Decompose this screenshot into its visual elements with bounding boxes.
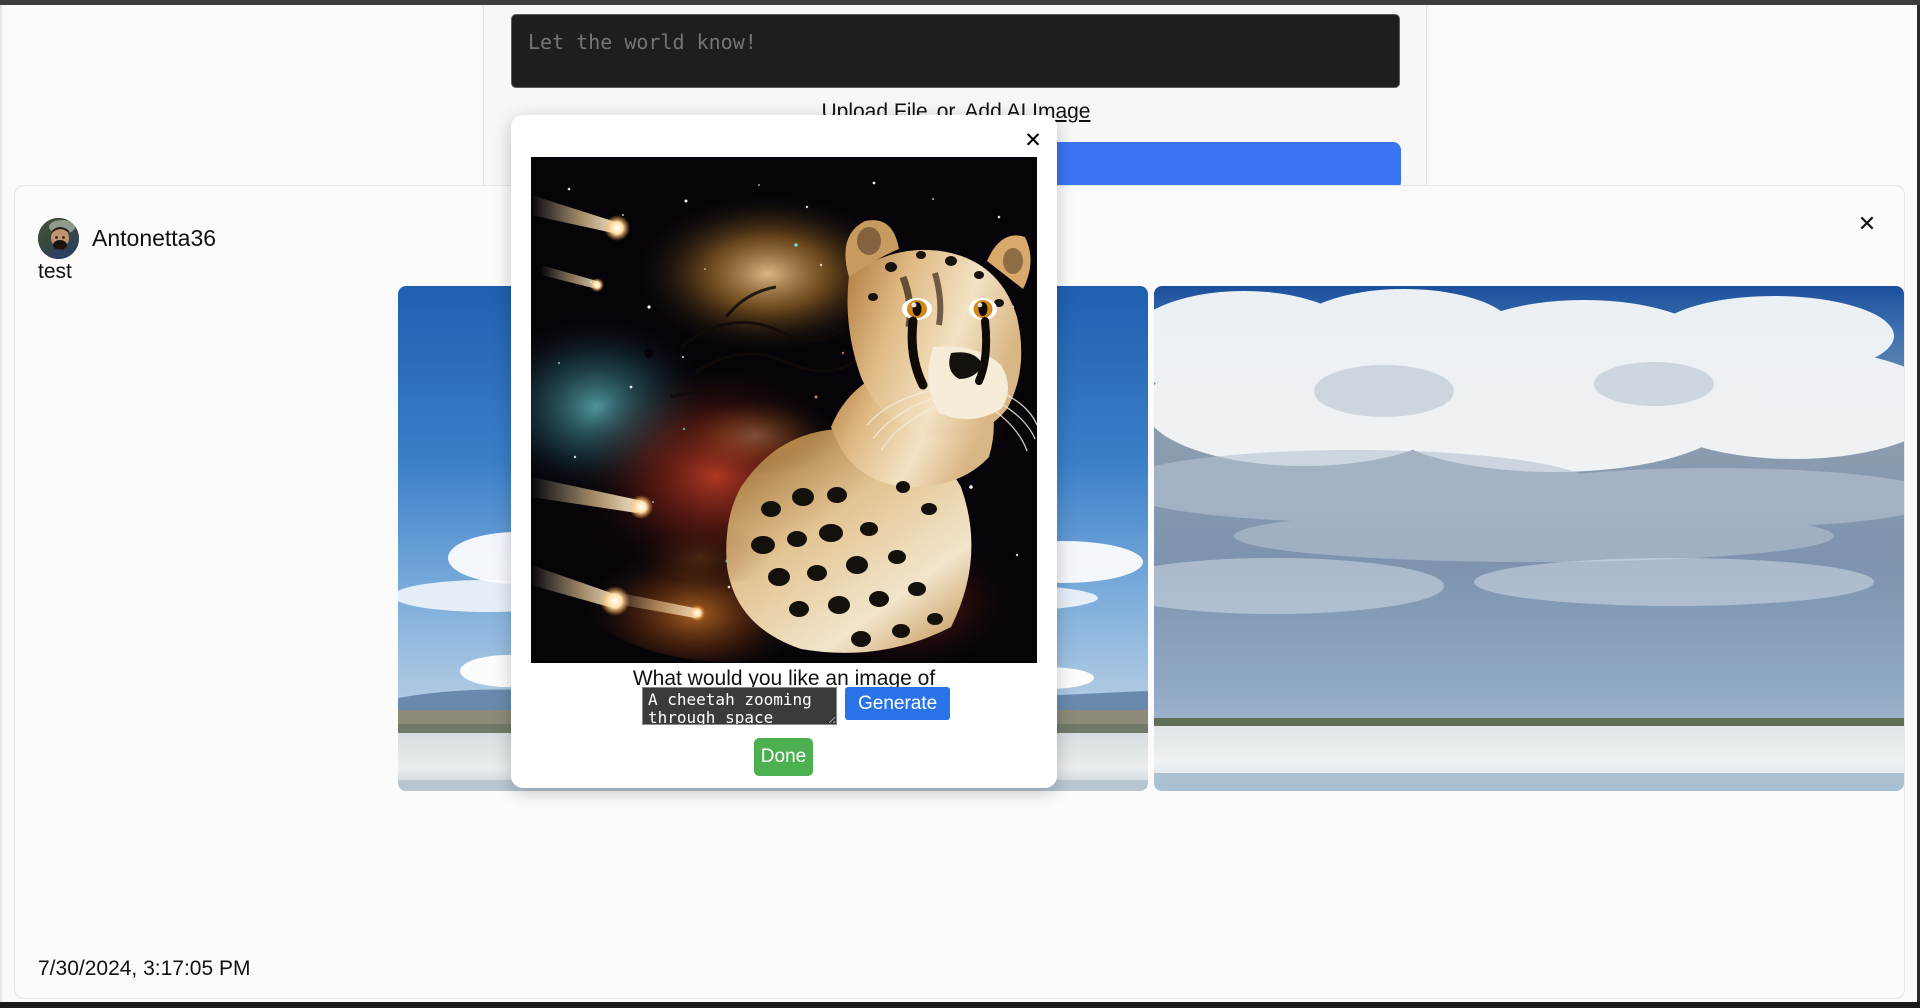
avatar	[38, 218, 79, 259]
post-body-text: test	[38, 260, 72, 283]
ai-prompt-input[interactable]	[642, 687, 837, 725]
post-username: Antonetta36	[92, 225, 217, 251]
prompt-row: Generate	[642, 687, 951, 725]
generated-image	[531, 157, 1037, 663]
page-content: Upload FileorAdd AI Image ✕	[2, 5, 1917, 1002]
ai-image-modal: ✕ What would you like an image of A chee…	[511, 115, 1057, 788]
post-photo-2[interactable]	[1154, 286, 1904, 791]
done-button[interactable]: Done	[754, 738, 813, 776]
post-composer-input[interactable]	[511, 14, 1400, 88]
app-root: Upload FileorAdd AI Image ✕	[0, 0, 1920, 1008]
close-icon[interactable]: ✕	[1854, 212, 1880, 238]
post-header: Antonetta36	[38, 218, 216, 259]
close-icon[interactable]: ✕	[1019, 126, 1047, 154]
post-timestamp: 7/30/2024, 3:17:05 PM	[38, 957, 251, 980]
generate-button[interactable]: Generate	[845, 687, 951, 720]
browser-chrome-bottom	[0, 1002, 1920, 1008]
